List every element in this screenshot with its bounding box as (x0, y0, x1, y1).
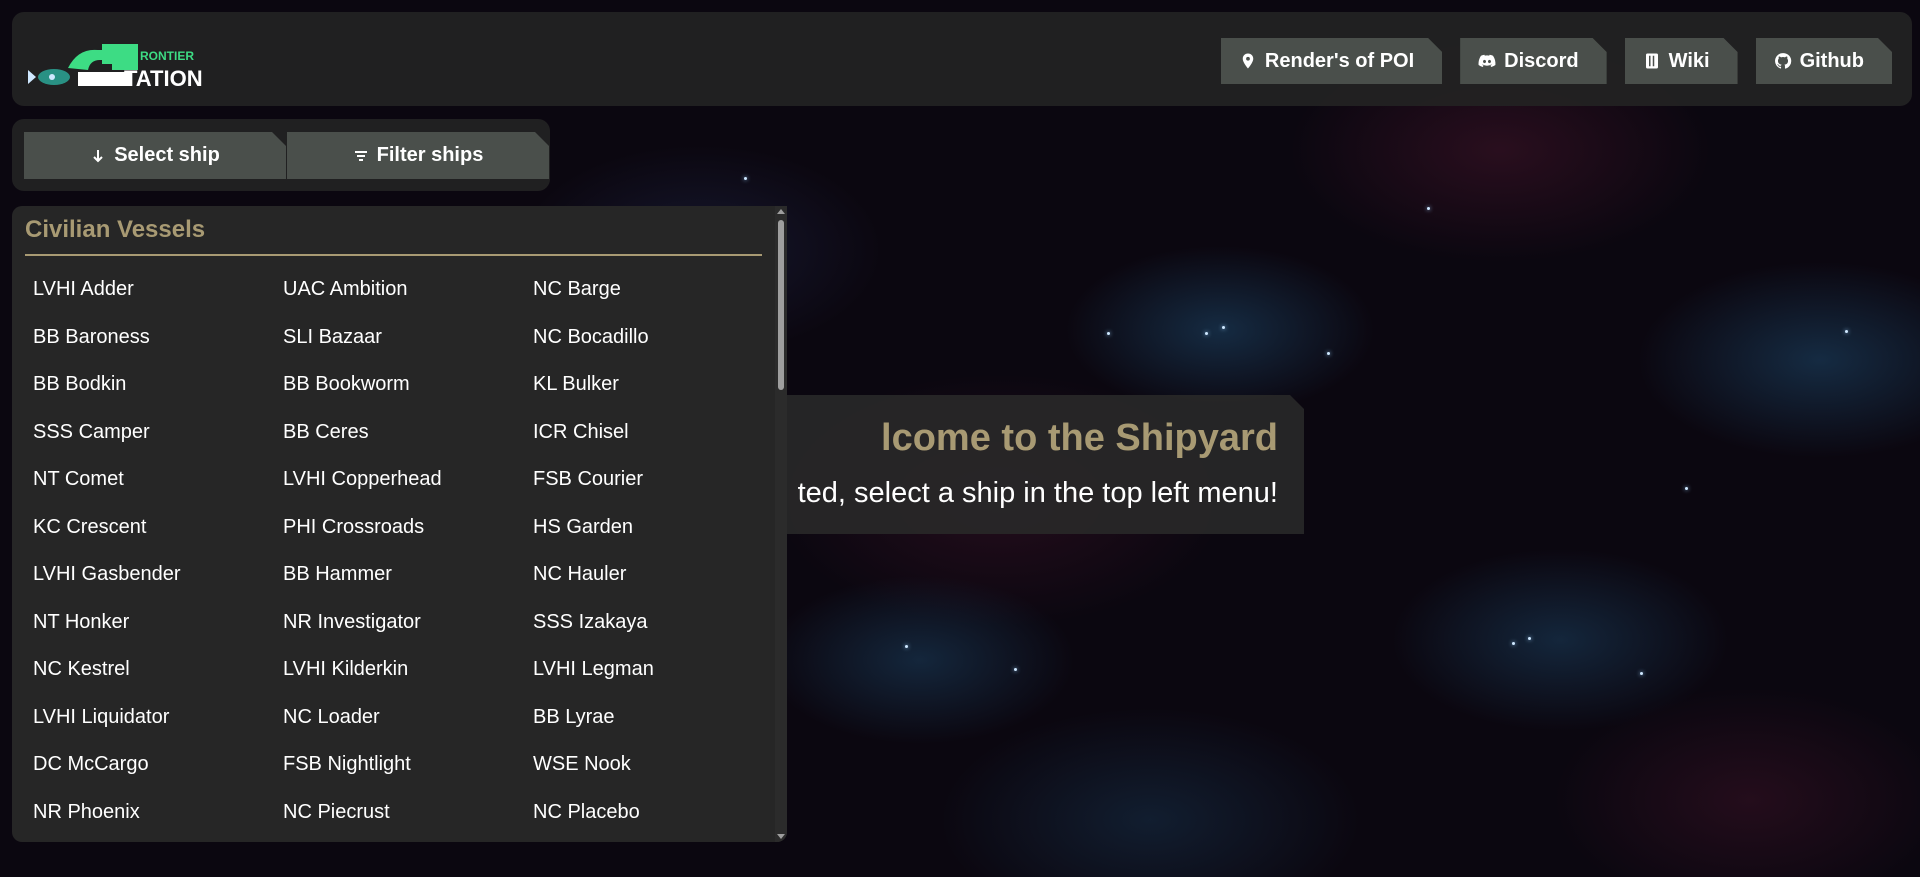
logo-big-text: TATION (124, 66, 203, 91)
star (1327, 352, 1330, 355)
dropdown-scrollbar[interactable] (775, 206, 787, 842)
ship-list-item[interactable]: NC Bocadillo (525, 314, 775, 362)
ship-list: LVHI Adder UAC Ambition NC Barge BB Barones… (25, 266, 775, 836)
logo-small-text: RONTIER (140, 49, 194, 63)
github-label: Github (1799, 49, 1864, 72)
ship-list-item[interactable]: BB Baroness (25, 314, 275, 362)
ship-list-item[interactable]: BB Ceres (275, 409, 525, 457)
ship-list-item[interactable]: BB Lyrae (525, 694, 775, 742)
filter-ships-button[interactable]: Filter ships (287, 132, 549, 179)
ship-controls-panel: Select ship Filter ships (12, 119, 550, 191)
star (1107, 332, 1110, 335)
ship-list-item[interactable]: DC McCargo (25, 741, 275, 789)
star (1222, 326, 1225, 329)
frontier-station-logo[interactable]: RONTIER TATION (28, 30, 218, 94)
scroll-down-arrow-icon[interactable] (777, 834, 785, 839)
ship-list-item[interactable]: LVHI Adder (25, 266, 275, 314)
renders-of-poi-label: Render's of POI (1264, 49, 1415, 72)
ship-list-item[interactable]: PHI Crossroads (275, 504, 525, 552)
ship-list-item[interactable]: NR Investigator (275, 599, 525, 647)
ship-list-item[interactable]: BB Bodkin (25, 361, 275, 409)
filter-icon (353, 148, 369, 164)
ship-list-item[interactable]: KC Crescent (25, 504, 275, 552)
ship-list-item[interactable]: LVHI Gasbender (25, 551, 275, 599)
ship-list-item[interactable]: NC Placebo (525, 789, 775, 837)
star (1427, 207, 1430, 210)
ship-list-item[interactable]: LVHI Liquidator (25, 694, 275, 742)
ship-list-item[interactable]: SSS Camper (25, 409, 275, 457)
ship-list-item[interactable]: FSB Courier (525, 456, 775, 504)
select-ship-button[interactable]: Select ship (24, 132, 286, 179)
welcome-panel: lcome to the Shipyard ted, select a ship… (700, 395, 1304, 534)
star (1685, 487, 1688, 490)
ship-list-item[interactable]: NT Comet (25, 456, 275, 504)
ship-list-item[interactable]: FSB Nightlight (275, 741, 525, 789)
discord-label: Discord (1504, 49, 1579, 72)
ship-list-item[interactable]: HS Garden (525, 504, 775, 552)
star (744, 177, 747, 180)
ship-list-item[interactable]: KL Bulker (525, 361, 775, 409)
github-icon (1774, 52, 1792, 70)
star (1512, 642, 1515, 645)
ship-list-item[interactable]: BB Hammer (275, 551, 525, 599)
select-ship-label: Select ship (114, 144, 220, 166)
wiki-link[interactable]: Wiki (1625, 38, 1738, 84)
github-link[interactable]: Github (1756, 38, 1892, 84)
star (1528, 637, 1531, 640)
star (905, 645, 908, 648)
ship-list-item[interactable]: SSS Izakaya (525, 599, 775, 647)
scrollbar-thumb[interactable] (778, 220, 784, 390)
arrow-down-icon (90, 148, 106, 164)
ship-list-item[interactable]: ICR Chisel (525, 409, 775, 457)
ship-select-dropdown[interactable]: Civilian Vessels LVHI Adder UAC Ambition N… (12, 206, 787, 842)
ship-list-item[interactable]: BB Bookworm (275, 361, 525, 409)
top-navbar: RONTIER TATION Render's of POI Discord W… (12, 12, 1912, 106)
ship-list-item[interactable]: UAC Ambition (275, 266, 525, 314)
renders-of-poi-link[interactable]: Render's of POI (1221, 38, 1442, 84)
ship-list-item[interactable]: NT Honker (25, 599, 275, 647)
nav-links: Render's of POI Discord Wiki Github (1221, 38, 1892, 84)
star (1205, 332, 1208, 335)
discord-icon (1478, 52, 1496, 70)
map-pin-icon (1239, 52, 1257, 70)
book-icon (1643, 52, 1661, 70)
welcome-subtitle: ted, select a ship in the top left menu! (797, 477, 1278, 509)
ship-list-item[interactable]: LVHI Legman (525, 646, 775, 694)
ship-list-item[interactable]: LVHI Kilderkin (275, 646, 525, 694)
ship-list-item[interactable]: NC Piecrust (275, 789, 525, 837)
ship-list-item[interactable]: NC Loader (275, 694, 525, 742)
ship-list-item[interactable]: NC Kestrel (25, 646, 275, 694)
star (1640, 672, 1643, 675)
scroll-up-arrow-icon[interactable] (777, 209, 785, 214)
ship-list-item[interactable]: NR Phoenix (25, 789, 275, 837)
section-title-civilian-vessels: Civilian Vessels (25, 216, 206, 243)
ship-list-item[interactable]: WSE Nook (525, 741, 775, 789)
filter-ships-label: Filter ships (376, 144, 484, 166)
ship-list-item[interactable]: NC Hauler (525, 551, 775, 599)
wiki-label: Wiki (1668, 49, 1710, 72)
welcome-title: lcome to the Shipyard (881, 417, 1278, 459)
ship-list-item[interactable]: SLI Bazaar (275, 314, 525, 362)
section-divider (25, 254, 762, 256)
discord-link[interactable]: Discord (1460, 38, 1606, 84)
ship-list-item[interactable]: NC Barge (525, 266, 775, 314)
ship-list-item[interactable]: LVHI Copperhead (275, 456, 525, 504)
star (1845, 330, 1848, 333)
star (1014, 668, 1017, 671)
